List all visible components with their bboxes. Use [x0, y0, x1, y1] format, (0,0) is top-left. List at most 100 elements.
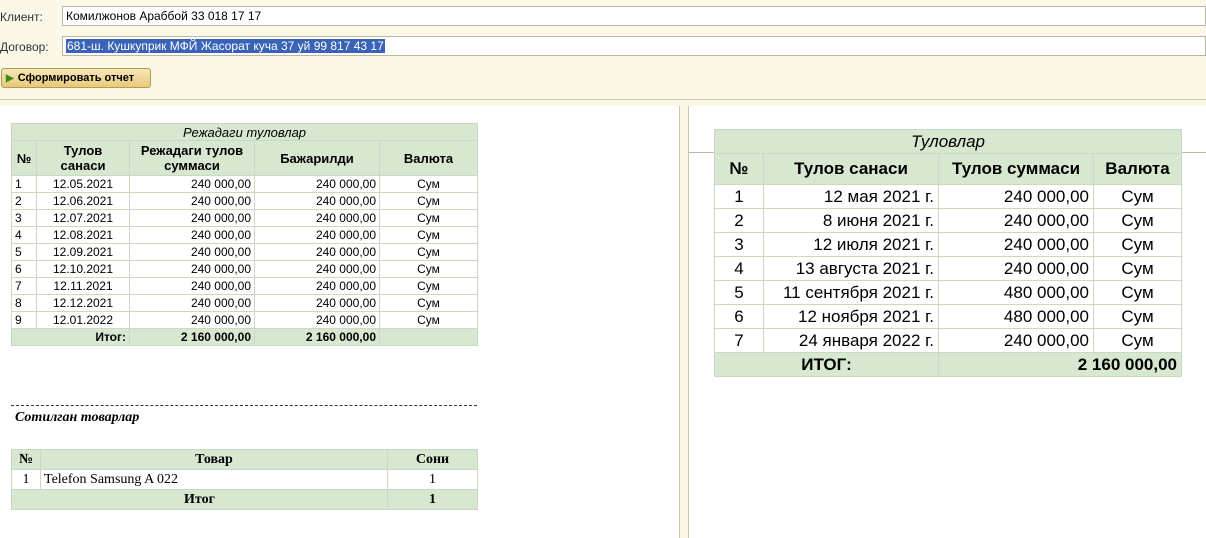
schedule-header-date: Тулов санаси: [36, 140, 130, 176]
schedule-cell: Сум: [379, 243, 478, 261]
contract-label: Договор:: [0, 40, 49, 54]
schedule-row: 6 12.10.2021 240 000,00 240 000,00 Сум: [11, 260, 478, 278]
schedule-cell: 1: [11, 175, 37, 193]
schedule-cell: 240 000,00: [254, 192, 380, 210]
payments-cell: 240 000,00: [938, 208, 1094, 233]
payments-cell: Сум: [1093, 328, 1182, 353]
sold-cell: 1: [387, 469, 478, 490]
payments-header-num: №: [714, 153, 764, 185]
client-row: Клиент:: [0, 6, 62, 28]
schedule-cell: 240 000,00: [129, 209, 255, 227]
schedule-row: 8 12.12.2021 240 000,00 240 000,00 Сум: [11, 294, 478, 312]
schedule-cell: 12.08.2021: [36, 226, 130, 244]
schedule-cell: 12.12.2021: [36, 294, 130, 312]
payments-row: 3 12 июля 2021 г. 240 000,00 Сум: [714, 232, 1182, 257]
schedule-cell: 8: [11, 294, 37, 312]
schedule-total-label: Итог:: [11, 328, 130, 346]
payments-cell: 12 июля 2021 г.: [763, 232, 939, 257]
sold-title: Сотилган товарлар: [15, 410, 140, 425]
schedule-cell: 12.01.2022: [36, 311, 130, 329]
payments-cell: 240 000,00: [938, 184, 1094, 209]
schedule-cell: Сум: [379, 294, 478, 312]
schedule-header-done: Бажарилди: [254, 140, 380, 176]
schedule-header-num: №: [11, 140, 37, 176]
payments-cell: 240 000,00: [938, 328, 1094, 353]
schedule-cell: Сум: [379, 260, 478, 278]
schedule-cell: 3: [11, 209, 37, 227]
schedule-row: 4 12.08.2021 240 000,00 240 000,00 Сум: [11, 226, 478, 244]
schedule-cell: 240 000,00: [254, 260, 380, 278]
payments-cell: Сум: [1093, 184, 1182, 209]
payments-cell: 240 000,00: [938, 256, 1094, 281]
payments-header-date: Тулов санаси: [763, 153, 939, 185]
schedule-total-planned: 2 160 000,00: [129, 328, 255, 346]
sold-body: 1 Telefon Samsung A 022 1: [11, 469, 478, 490]
schedule-cell: 6: [11, 260, 37, 278]
schedule-cell: 240 000,00: [129, 226, 255, 244]
sold-table: № Товар Сони 1 Telefon Samsung A 022 1 Ито…: [11, 449, 478, 510]
schedule-row: 1 12.05.2021 240 000,00 240 000,00 Сум: [11, 175, 478, 193]
schedule-total-currency: [379, 328, 478, 346]
left-report-panel[interactable]: Режадаги туловлар № Тулов санаси Режадаг…: [0, 106, 680, 538]
schedule-cell: 5: [11, 243, 37, 261]
schedule-cell: Сум: [379, 226, 478, 244]
schedule-cell: Сум: [379, 311, 478, 329]
payments-body: 1 12 мая 2021 г. 240 000,00 Сум 2 8 июня 2021…: [714, 184, 1182, 353]
sold-header-num: №: [11, 449, 41, 470]
payments-cell: 480 000,00: [938, 304, 1094, 329]
payments-total-row: ИТОГ: 2 160 000,00: [714, 352, 1182, 377]
right-report-panel[interactable]: Туловлар № Тулов санаси Тулов суммаси Ва…: [688, 106, 1206, 538]
client-field[interactable]: Комилжонов Араббой 33 018 17 17: [62, 6, 1206, 26]
toolbar-divider: [0, 99, 1206, 100]
payments-row: 1 12 мая 2021 г. 240 000,00 Сум: [714, 184, 1182, 209]
generate-report-button[interactable]: ▶ Сформировать отчет: [1, 68, 151, 88]
schedule-cell: 240 000,00: [129, 311, 255, 329]
schedule-header-planned: Режадаги тулов суммаси: [129, 140, 255, 176]
schedule-row: 9 12.01.2022 240 000,00 240 000,00 Сум: [11, 311, 478, 329]
payments-cell: Сум: [1093, 256, 1182, 281]
schedule-cell: 9: [11, 311, 37, 329]
schedule-cell: Сум: [379, 175, 478, 193]
payments-cell: Сум: [1093, 304, 1182, 329]
sold-row: 1 Telefon Samsung A 022 1: [11, 469, 478, 490]
schedule-row: 5 12.09.2021 240 000,00 240 000,00 Сум: [11, 243, 478, 261]
payments-cell: Сум: [1093, 232, 1182, 257]
schedule-row: 2 12.06.2021 240 000,00 240 000,00 Сум: [11, 192, 478, 210]
payments-cell: 2: [714, 208, 764, 233]
payments-cell: 13 августа 2021 г.: [763, 256, 939, 281]
sold-cell: 1: [11, 469, 41, 490]
payments-row: 6 12 ноября 2021 г. 480 000,00 Сум: [714, 304, 1182, 329]
payments-table: Туловлар № Тулов санаси Тулов суммаси Ва…: [714, 129, 1182, 377]
schedule-cell: 2: [11, 192, 37, 210]
schedule-cell: 240 000,00: [254, 294, 380, 312]
payments-cell: 240 000,00: [938, 232, 1094, 257]
schedule-total-row: Итог: 2 160 000,00 2 160 000,00: [11, 328, 478, 346]
schedule-cell: 240 000,00: [129, 260, 255, 278]
payments-cell: 8 июня 2021 г.: [763, 208, 939, 233]
contract-field[interactable]: 681-ш. Кушкуприк МФЙ Жасорат куча 37 уй …: [62, 36, 1206, 56]
schedule-row: 7 12.11.2021 240 000,00 240 000,00 Сум: [11, 277, 478, 295]
sold-cell: Telefon Samsung A 022: [40, 469, 388, 490]
schedule-cell: 240 000,00: [129, 175, 255, 193]
generate-report-label: Сформировать отчет: [17, 72, 135, 84]
schedule-cell: 4: [11, 226, 37, 244]
schedule-cell: 240 000,00: [129, 192, 255, 210]
payments-row: 4 13 августа 2021 г. 240 000,00 Сум: [714, 256, 1182, 281]
schedule-cell: 12.09.2021: [36, 243, 130, 261]
schedule-cell: 12.10.2021: [36, 260, 130, 278]
payments-total-label: ИТОГ:: [714, 352, 939, 377]
payments-cell: 6: [714, 304, 764, 329]
schedule-cell: 240 000,00: [129, 277, 255, 295]
sold-header-qty: Сони: [387, 449, 478, 470]
schedule-cell: 240 000,00: [254, 175, 380, 193]
payments-title: Туловлар: [714, 129, 1182, 154]
payments-cell: 1: [714, 184, 764, 209]
payments-cell: 11 сентября 2021 г.: [763, 280, 939, 305]
payments-total-value: 2 160 000,00: [938, 352, 1182, 377]
schedule-cell: 240 000,00: [129, 294, 255, 312]
schedule-cell: Сум: [379, 277, 478, 295]
payments-cell: 4: [714, 256, 764, 281]
schedule-cell: 12.05.2021: [36, 175, 130, 193]
payments-cell: 5: [714, 280, 764, 305]
client-label: Клиент:: [0, 10, 43, 24]
